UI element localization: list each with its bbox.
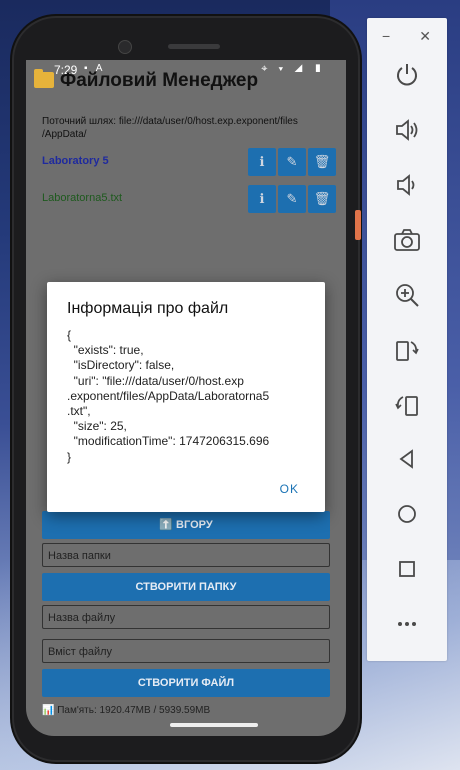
delete-button[interactable]: 🗑 bbox=[308, 148, 336, 176]
delete-button[interactable]: 🗑 bbox=[308, 185, 336, 213]
overview-icon[interactable] bbox=[391, 557, 423, 589]
list-item[interactable]: Laboratorna5.txt ℹ ✎ 🗑 bbox=[42, 185, 336, 213]
folder-name-input[interactable]: Назва папки bbox=[42, 543, 330, 567]
dialog-title: Інформація про файл bbox=[67, 300, 229, 317]
file-info-dialog: Інформація про файл { "exists": true, "i… bbox=[47, 282, 325, 512]
file-content-input[interactable]: Вміст файлу bbox=[42, 639, 330, 663]
rotate-left-icon[interactable] bbox=[391, 337, 423, 369]
power-icon[interactable] bbox=[391, 62, 423, 94]
page-title: Файловий Менеджер bbox=[34, 69, 259, 92]
ok-button[interactable]: OK bbox=[280, 482, 299, 496]
memory-status: 📊 Пам'ять: 1920.47MB / 5939.59MB bbox=[42, 705, 211, 716]
more-icon[interactable] bbox=[391, 612, 423, 644]
volume-up-icon[interactable] bbox=[391, 117, 423, 149]
current-path: Поточний шлях: file:///data/user/0/host.… bbox=[42, 116, 298, 140]
create-file-button[interactable]: СТВОРИТИ ФАЙЛ bbox=[42, 669, 330, 697]
info-button[interactable]: ℹ bbox=[248, 185, 276, 213]
back-icon[interactable] bbox=[391, 447, 423, 479]
rename-button[interactable]: ✎ bbox=[278, 185, 306, 213]
zoom-icon[interactable] bbox=[391, 282, 423, 314]
rename-button[interactable]: ✎ bbox=[278, 148, 306, 176]
power-button-side bbox=[355, 210, 361, 240]
file-name[interactable]: Laboratorna5.txt bbox=[42, 192, 122, 204]
dialog-body: { "exists": true, "isDirectory": false, … bbox=[67, 328, 270, 464]
folder-icon bbox=[34, 69, 54, 88]
close-button[interactable]: ✕ bbox=[419, 28, 431, 45]
item-actions: ℹ ✎ 🗑 bbox=[246, 148, 336, 176]
earpiece bbox=[168, 44, 220, 49]
file-name-input[interactable]: Назва файлу bbox=[42, 605, 330, 629]
item-actions: ℹ ✎ 🗑 bbox=[246, 185, 336, 213]
emulator-toolbar: − ✕ bbox=[367, 18, 447, 661]
system-icons: ⌖ ▾ ◢ ▮ bbox=[261, 63, 326, 75]
up-button[interactable]: ⬆️ ВГОРУ bbox=[42, 511, 330, 539]
info-button[interactable]: ℹ bbox=[248, 148, 276, 176]
gesture-home-bar[interactable] bbox=[170, 723, 258, 727]
list-item[interactable]: Laboratory 5 ℹ ✎ 🗑 bbox=[42, 148, 336, 176]
minimize-button[interactable]: − bbox=[382, 28, 390, 44]
toolbar-header: − ✕ bbox=[367, 28, 447, 48]
volume-down-icon[interactable] bbox=[391, 172, 423, 204]
home-icon[interactable] bbox=[391, 502, 423, 534]
front-camera bbox=[118, 40, 132, 54]
create-folder-button[interactable]: СТВОРИТИ ПАПКУ bbox=[42, 573, 330, 601]
directory-name[interactable]: Laboratory 5 bbox=[42, 155, 109, 167]
phone-screen: 7:29 ▪ A ⌖ ▾ ◢ ▮ Файловий Менеджер Поточ… bbox=[26, 60, 346, 736]
camera-icon[interactable] bbox=[391, 227, 423, 259]
page-title-text: Файловий Менеджер bbox=[60, 70, 259, 91]
rotate-right-icon[interactable] bbox=[391, 392, 423, 424]
